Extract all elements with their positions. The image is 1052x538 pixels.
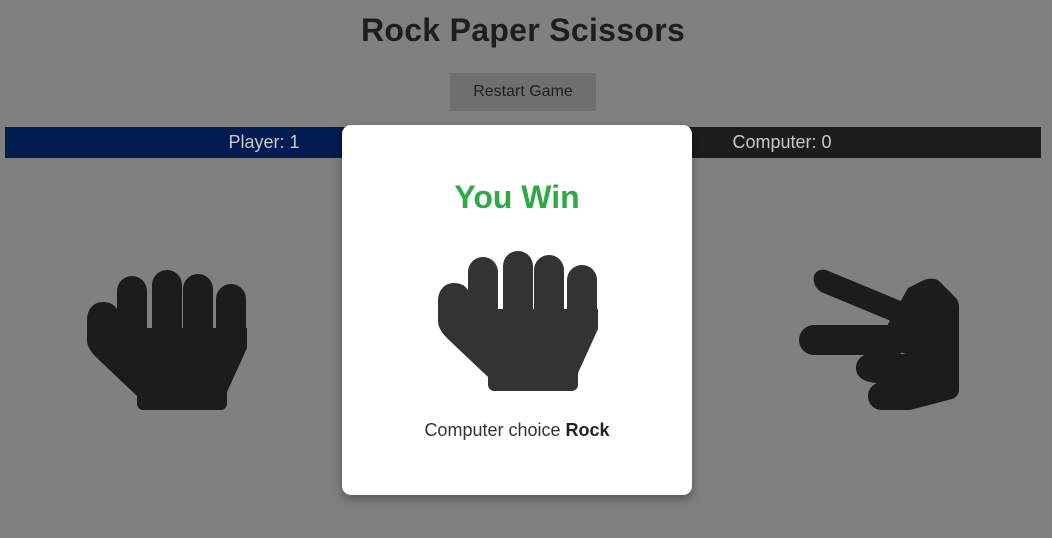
rock-fist-icon	[438, 251, 598, 391]
result-message: Computer choice Rock	[342, 420, 692, 441]
page-title: Rock Paper Scissors	[360, 12, 686, 48]
result-modal: You Win Computer choice Rock	[342, 125, 692, 495]
rock-fist-icon	[87, 270, 247, 410]
scissors-choice-button[interactable]	[798, 268, 962, 412]
result-message-prefix: Computer choice	[424, 420, 561, 440]
restart-game-button[interactable]: Restart Game	[450, 73, 596, 111]
computer-choice-value: Rock	[565, 420, 610, 440]
result-title: You Win	[454, 179, 580, 215]
game-page: Rock Paper Scissors Restart Game Player:…	[0, 0, 1052, 538]
rock-choice-button[interactable]	[85, 268, 249, 410]
result-icon-wrap	[436, 249, 600, 396]
scissors-hand-icon	[799, 269, 959, 410]
